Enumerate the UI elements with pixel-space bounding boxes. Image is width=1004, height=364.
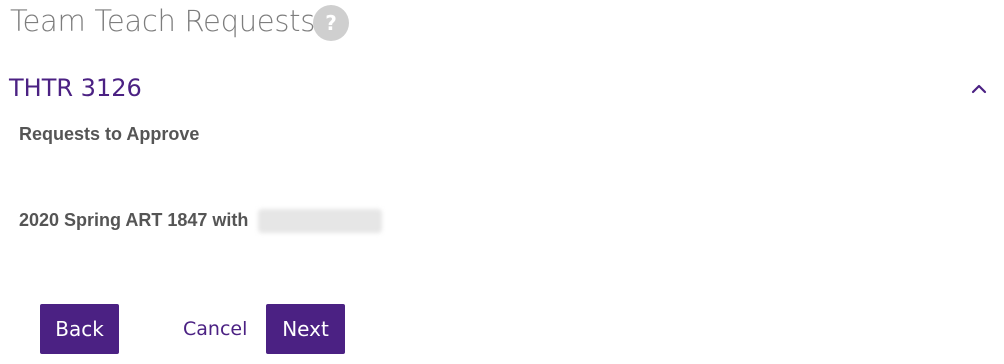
cancel-link[interactable]: Cancel — [183, 318, 247, 340]
requests-to-approve-heading: Requests to Approve — [19, 124, 200, 144]
next-button[interactable]: Next — [266, 304, 345, 354]
course-title: THTR 3126 — [9, 74, 142, 102]
team-teach-requests-page: Team Teach Requests ? THTR 3126 Requests… — [0, 0, 1004, 364]
help-icon[interactable]: ? — [313, 5, 349, 41]
request-item: 2020 Spring ART 1847 with — [19, 210, 249, 230]
page-title: Team Teach Requests — [10, 4, 316, 38]
back-button[interactable]: Back — [40, 304, 119, 354]
chevron-up-icon[interactable] — [968, 78, 990, 98]
course-section-header[interactable]: THTR 3126 — [0, 66, 1004, 110]
redacted-instructor-name — [258, 209, 382, 233]
